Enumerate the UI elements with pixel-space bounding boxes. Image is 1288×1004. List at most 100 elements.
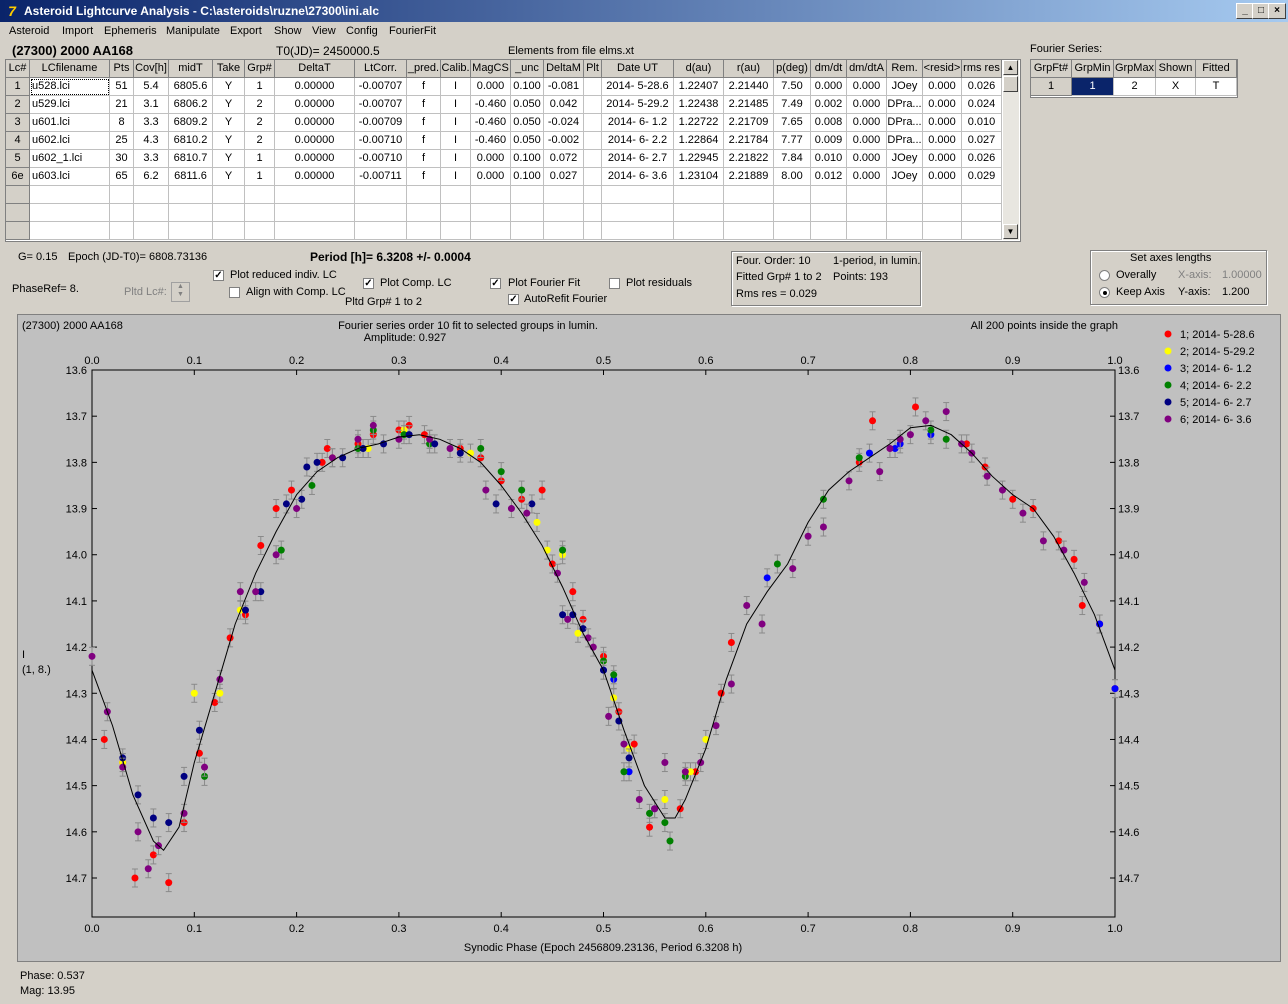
table-cell[interactable]	[30, 204, 110, 222]
table-cell[interactable]	[169, 186, 213, 204]
table-cell[interactable]	[724, 186, 774, 204]
data-point[interactable]	[88, 652, 96, 660]
data-point[interactable]	[257, 541, 265, 549]
table-cell[interactable]	[30, 222, 110, 240]
table-cell[interactable]: 1.22722	[674, 114, 724, 132]
column-header[interactable]: dm/dt	[811, 60, 847, 78]
table-cell[interactable]: -0.460	[471, 96, 511, 114]
data-point[interactable]	[876, 468, 884, 476]
table-cell[interactable]: 1.22864	[674, 132, 724, 150]
column-header[interactable]: dm/dtA	[847, 60, 887, 78]
row-header[interactable]: 3	[6, 114, 30, 132]
column-header[interactable]: Calib.	[441, 60, 471, 78]
table-cell[interactable]: 0.000	[923, 78, 962, 96]
table-cell[interactable]	[544, 204, 584, 222]
column-header[interactable]: Take	[213, 60, 245, 78]
data-point[interactable]	[661, 759, 669, 767]
data-point[interactable]	[477, 445, 485, 453]
table-cell[interactable]: 0.100	[511, 168, 544, 186]
table-cell[interactable]: 2.21784	[724, 132, 774, 150]
table-cell[interactable]: 8	[110, 114, 134, 132]
table-cell[interactable]: 0.00000	[275, 150, 355, 168]
table-cell[interactable]: 2.21889	[724, 168, 774, 186]
table-cell[interactable]: 1.22945	[674, 150, 724, 168]
table-cell[interactable]	[213, 204, 245, 222]
table-cell[interactable]: -0.00710	[355, 150, 407, 168]
table-cell[interactable]	[275, 222, 355, 240]
menu-manipulate[interactable]: Manipulate	[166, 25, 220, 37]
menu-fourierfit[interactable]: FourierFit	[389, 25, 436, 37]
data-point[interactable]	[942, 435, 950, 443]
table-cell[interactable]	[584, 114, 602, 132]
data-point[interactable]	[405, 431, 413, 439]
data-point[interactable]	[559, 546, 567, 554]
fourier-column-header[interactable]: GrpFt#	[1031, 60, 1072, 78]
data-point[interactable]	[661, 819, 669, 827]
table-cell[interactable]: f	[407, 168, 441, 186]
table-cell[interactable]: 0.029	[962, 168, 1002, 186]
table-cell[interactable]: 21	[110, 96, 134, 114]
data-point[interactable]	[195, 726, 203, 734]
menu-config[interactable]: Config	[346, 25, 378, 37]
plot-fourier-checkbox[interactable]: ✓	[490, 278, 501, 289]
overally-radio[interactable]	[1099, 270, 1110, 281]
data-point[interactable]	[869, 417, 877, 425]
table-cell[interactable]: 65	[110, 168, 134, 186]
row-header[interactable]: 2	[6, 96, 30, 114]
data-point[interactable]	[497, 468, 505, 476]
data-point[interactable]	[569, 588, 577, 596]
data-point[interactable]	[507, 505, 515, 513]
table-cell[interactable]	[275, 204, 355, 222]
table-cell[interactable]: 0.00000	[275, 78, 355, 96]
table-cell[interactable]	[110, 222, 134, 240]
row-header[interactable]	[6, 186, 30, 204]
table-cell[interactable]	[774, 186, 811, 204]
table-cell[interactable]: 7.49	[774, 96, 811, 114]
table-cell[interactable]: -0.460	[471, 132, 511, 150]
close-button[interactable]: ×	[1268, 3, 1286, 19]
table-cell[interactable]: 2014- 6- 1.2	[602, 114, 674, 132]
table-cell[interactable]	[724, 204, 774, 222]
table-cell[interactable]: 6811.6	[169, 168, 213, 186]
table-cell[interactable]: 3.3	[134, 114, 169, 132]
data-point[interactable]	[190, 689, 198, 697]
table-cell[interactable]: 6806.2	[169, 96, 213, 114]
data-point[interactable]	[646, 823, 654, 831]
table-cell[interactable]	[774, 222, 811, 240]
data-point[interactable]	[180, 772, 188, 780]
table-cell[interactable]	[441, 186, 471, 204]
table-cell[interactable]: 7.65	[774, 114, 811, 132]
table-cell[interactable]	[811, 186, 847, 204]
column-header[interactable]: d(au)	[674, 60, 724, 78]
table-cell[interactable]: 6810.2	[169, 132, 213, 150]
column-header[interactable]: LtCorr.	[355, 60, 407, 78]
table-cell[interactable]	[213, 222, 245, 240]
table-cell[interactable]: 1.22407	[674, 78, 724, 96]
table-cell[interactable]: 6809.2	[169, 114, 213, 132]
data-point[interactable]	[482, 486, 490, 494]
table-cell[interactable]: 5.4	[134, 78, 169, 96]
table-cell[interactable]: Y	[213, 132, 245, 150]
table-cell[interactable]	[275, 186, 355, 204]
table-cell[interactable]: 6810.7	[169, 150, 213, 168]
table-cell[interactable]: 25	[110, 132, 134, 150]
table-cell[interactable]: 0.072	[544, 150, 584, 168]
table-cell[interactable]	[674, 186, 724, 204]
data-point[interactable]	[1070, 555, 1078, 563]
data-point[interactable]	[165, 819, 173, 827]
table-cell[interactable]: 0.042	[544, 96, 584, 114]
pltd-lc-spinner[interactable]: ▲ ▼	[171, 282, 190, 302]
menu-import[interactable]: Import	[62, 25, 93, 37]
table-cell[interactable]: 2.21485	[724, 96, 774, 114]
data-point[interactable]	[523, 509, 531, 517]
table-cell[interactable]: -0.00707	[355, 78, 407, 96]
table-cell[interactable]: 2	[245, 132, 275, 150]
table-cell[interactable]: u529.lci	[30, 96, 110, 114]
table-cell[interactable]: 2.21440	[724, 78, 774, 96]
table-cell[interactable]	[245, 204, 275, 222]
table-cell[interactable]: JOey	[887, 168, 923, 186]
table-cell[interactable]: f	[407, 114, 441, 132]
fourier-cell[interactable]: 1	[1072, 78, 1114, 96]
data-point[interactable]	[282, 500, 290, 508]
table-cell[interactable]	[584, 222, 602, 240]
